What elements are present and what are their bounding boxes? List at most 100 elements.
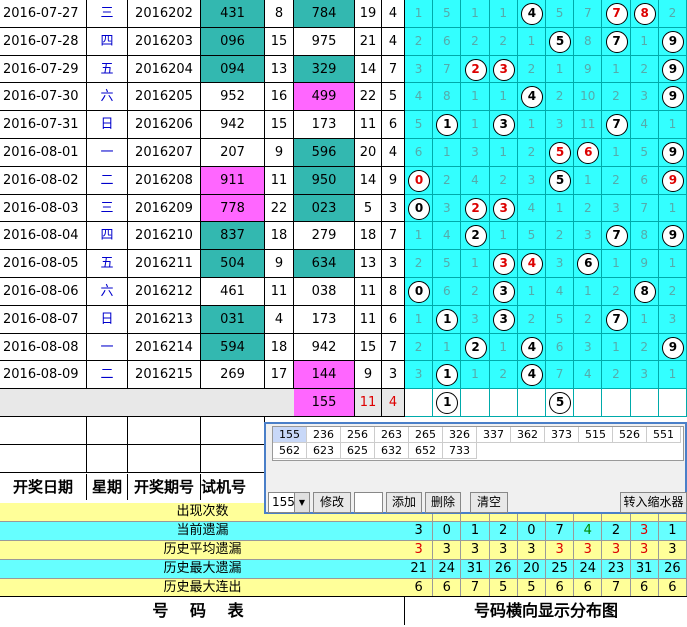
distribution-cell: 2 <box>405 27 434 56</box>
delete-button[interactable]: 删除 <box>425 492 461 513</box>
cell-draw-no: 942 <box>294 333 355 362</box>
cell-test-sum: 15 <box>265 111 294 139</box>
stats-label: 当前遗漏 <box>0 522 405 541</box>
candidate-number[interactable]: 551 <box>647 427 681 443</box>
stats-value: 2 <box>602 522 631 541</box>
cell-span: 4 <box>382 139 405 167</box>
distribution-cell: 3 <box>658 305 687 334</box>
distribution-cell: 2 <box>489 166 518 195</box>
distribution-cell: 2 <box>405 333 434 362</box>
stats-value: 3 <box>630 522 659 541</box>
cell-date: 2016-07-27 <box>0 0 87 28</box>
cell-weekday: 二 <box>87 166 128 195</box>
distribution-cell: 1 <box>546 55 575 84</box>
distribution-cell: 4 <box>630 111 659 139</box>
candidate-number[interactable]: 362 <box>511 427 545 443</box>
cell-test-no: 269 <box>201 361 265 390</box>
cell-test-no: 094 <box>201 55 265 84</box>
distribution-cell: 3 <box>546 111 575 139</box>
cell-empty <box>201 444 265 473</box>
candidate-number[interactable]: 515 <box>579 427 613 443</box>
candidate-number[interactable]: 526 <box>613 427 647 443</box>
distribution-cell: 2 <box>658 0 687 28</box>
distribution-cell: 3 <box>574 222 603 251</box>
cell-period: 2016209 <box>128 194 201 223</box>
distribution-cell: 1 <box>489 0 518 28</box>
distribution-cell: 1 <box>658 194 687 223</box>
cell-date: 2016-08-06 <box>0 278 87 306</box>
distribution-cell: 1 <box>517 278 546 306</box>
cell-draw-sum: 9 <box>355 361 382 390</box>
stats-value: 2 <box>489 522 518 541</box>
number-select[interactable]: 155 ▼ <box>268 492 310 513</box>
candidate-number[interactable]: 263 <box>375 427 409 443</box>
distribution-cell: 2 <box>433 166 462 195</box>
cell-span: 3 <box>382 250 405 278</box>
candidate-number[interactable]: 632 <box>375 443 409 459</box>
hit-number-circle: 3 <box>492 114 515 137</box>
header-test-number: 试机号 <box>201 474 265 500</box>
number-input[interactable] <box>354 492 383 513</box>
header-period: 开奖期号 <box>128 474 201 500</box>
cell-span: 8 <box>382 278 405 306</box>
distribution-cell: 1 <box>489 333 518 362</box>
cell-draw-no: 279 <box>294 222 355 251</box>
cell-draw-sum: 18 <box>355 222 382 251</box>
cell-date: 2016-07-29 <box>0 55 87 84</box>
hit-number-circle: 3 <box>492 58 515 81</box>
hit-number-circle: 8 <box>633 2 656 25</box>
candidate-number[interactable]: 236 <box>307 427 341 443</box>
modify-button[interactable]: 修改 <box>313 492 351 513</box>
stats-value: 31 <box>461 560 490 579</box>
cell-period: 2016215 <box>128 361 201 390</box>
cell-weekday: 五 <box>87 250 128 278</box>
distribution-cell: 2 <box>574 305 603 334</box>
add-button[interactable]: 添加 <box>386 492 422 513</box>
cell-period: 2016214 <box>128 333 201 362</box>
hit-number-circle: 3 <box>492 308 515 331</box>
hit-number-circle: 3 <box>492 280 515 303</box>
stats-value: 21 <box>405 560 434 579</box>
stats-value: 25 <box>546 560 575 579</box>
candidate-number[interactable]: 337 <box>477 427 511 443</box>
candidate-number[interactable]: 625 <box>341 443 375 459</box>
cell-period: 2016203 <box>128 27 201 56</box>
candidate-number[interactable]: 652 <box>409 443 443 459</box>
cell-period: 2016202 <box>128 0 201 28</box>
cell-period: 2016211 <box>128 250 201 278</box>
candidate-number[interactable]: 623 <box>307 443 341 459</box>
transfer-to-filter-button[interactable]: 转入缩水器 <box>620 492 687 513</box>
candidate-number[interactable]: 326 <box>443 427 477 443</box>
cell-test-no: 952 <box>201 83 265 112</box>
candidate-number[interactable]: 265 <box>409 427 443 443</box>
distribution-cell: 1 <box>405 0 434 28</box>
distribution-cell: 4 <box>574 361 603 390</box>
distribution-cell: 1 <box>574 166 603 195</box>
stats-value: 24 <box>574 560 603 579</box>
stats-value: 26 <box>658 560 687 579</box>
cell-date: 2016-07-30 <box>0 83 87 112</box>
distribution-cell: 1 <box>517 27 546 56</box>
clear-button[interactable]: 清空 <box>470 492 508 513</box>
distribution-cell: 2 <box>489 27 518 56</box>
candidate-number[interactable]: 155 <box>273 427 307 443</box>
stats-value: 3 <box>517 541 546 560</box>
stats-value: 0 <box>517 522 546 541</box>
stats-value: 23 <box>602 560 631 579</box>
cell-date: 2016-08-07 <box>0 305 87 334</box>
distribution-cell: 5 <box>433 250 462 278</box>
cell-period: 2016210 <box>128 222 201 251</box>
hit-number-circle: 0 <box>408 169 431 192</box>
candidate-number[interactable]: 733 <box>443 443 477 459</box>
cell-draw-no: 023 <box>294 194 355 223</box>
cell-span: 6 <box>382 111 405 139</box>
candidate-number[interactable]: 373 <box>545 427 579 443</box>
distribution-cell: 1 <box>433 333 462 362</box>
cell-weekday: 二 <box>87 361 128 390</box>
distribution-cell: 2 <box>602 361 631 390</box>
cell-test-sum: 18 <box>265 333 294 362</box>
candidate-number[interactable]: 256 <box>341 427 375 443</box>
cell-draw-no: 634 <box>294 250 355 278</box>
distribution-cell: 1 <box>461 83 490 112</box>
candidate-number[interactable]: 562 <box>273 443 307 459</box>
